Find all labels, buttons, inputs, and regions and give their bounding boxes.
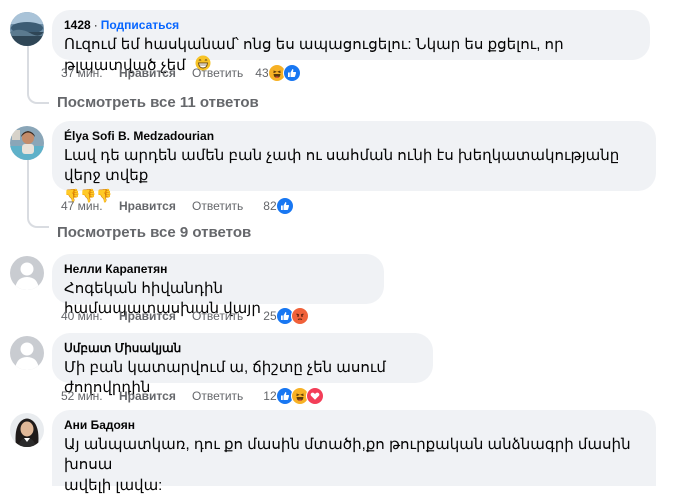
reply-button[interactable]: Ответить — [192, 197, 243, 215]
comment-time[interactable]: 37 мин. — [61, 64, 119, 82]
thread-line — [27, 160, 29, 216]
comment-bubble: Սմբատ Միսակյան Մի բան կատարվում ա, ճիշտը… — [52, 333, 433, 396]
reply-button[interactable]: Ответить — [192, 387, 243, 405]
avatar[interactable] — [10, 12, 44, 46]
reply-button[interactable]: Ответить — [192, 64, 243, 82]
avatar[interactable] — [10, 126, 44, 160]
avatar[interactable] — [10, 256, 44, 290]
comment-author[interactable]: Élya Sofi B. Medzadourian — [64, 129, 214, 143]
love-reaction-icon — [305, 387, 324, 405]
comment-author[interactable]: 1428 — [64, 18, 91, 32]
follow-button[interactable]: Подписаться — [101, 18, 179, 32]
comment-text: Այ անպատկառ, դու քո մասին մտածի,քո թուրք… — [64, 436, 631, 473]
reaction-count[interactable]: 25 — [263, 307, 276, 325]
comment-time[interactable]: 52 мин. — [61, 387, 119, 405]
comment-author[interactable]: Ани Бадоян — [64, 418, 135, 432]
reply-button[interactable]: Ответить — [192, 307, 243, 325]
comment-actions: 40 мин. Нравится Ответить 25 — [61, 307, 309, 325]
comment-author[interactable]: Սմբատ Միսակյան — [64, 341, 181, 355]
like-button[interactable]: Нравится — [119, 64, 192, 82]
comment-bubble: Élya Sofi B. Medzadourian Լավ դե արդեն ա… — [52, 121, 656, 203]
comment-time[interactable]: 47 мин. — [61, 197, 119, 215]
comment-bubble: Ани Бадоян Այ անպատկառ, դու քո մասին մտա… — [52, 410, 656, 494]
like-button[interactable]: Нравится — [119, 387, 192, 405]
reaction-count[interactable]: 12 — [263, 387, 276, 405]
comment-actions: 47 мин. Нравится Ответить 82 — [61, 197, 294, 215]
like-reaction-icon — [275, 197, 294, 215]
like-button[interactable]: Нравится — [119, 307, 192, 325]
thread-elbow — [27, 90, 49, 104]
comment-author[interactable]: Нелли Карапетян — [64, 262, 167, 276]
comment-text: Լավ դե արդեն ամեն բան չափ ու սահման ունի… — [64, 147, 620, 184]
comment-actions: 37 мин. Нравится Ответить 43 — [61, 64, 301, 82]
comment-bubble: Нелли Карапетян Հոգեկան հիվանդին համապատ… — [52, 254, 384, 317]
comment-text: ավելի լավա: — [64, 477, 163, 494]
angry-reaction-icon — [290, 307, 309, 325]
comment-bubble: 1428 · Подписаться Ուզում եմ հասկանամ՝ ոնց… — [52, 10, 650, 74]
avatar[interactable] — [10, 413, 44, 447]
thread-elbow — [27, 214, 49, 228]
separator-dot: · — [93, 18, 98, 32]
comment-time[interactable]: 40 мин. — [61, 307, 119, 325]
comment-actions: 52 мин. Нравится Ответить 12 — [61, 387, 324, 405]
thread-line — [27, 46, 29, 91]
view-replies-link[interactable]: Посмотреть все 9 ответов — [57, 223, 251, 243]
reaction-count[interactable]: 82 — [263, 197, 276, 215]
view-replies-link[interactable]: Посмотреть все 11 ответов — [57, 93, 259, 113]
like-reaction-icon — [282, 64, 301, 82]
like-button[interactable]: Нравится — [119, 197, 192, 215]
avatar[interactable] — [10, 336, 44, 370]
reaction-count[interactable]: 43 — [255, 64, 268, 82]
